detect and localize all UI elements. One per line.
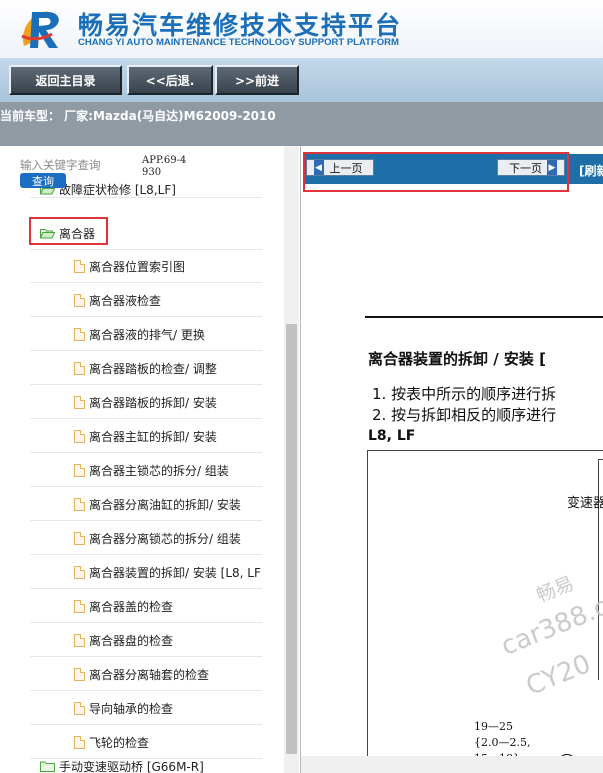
- document-viewer: ◀ 上一页 下一页 ▶ [刷新 离合器装置的拆卸 / 安装 [ 1. 按表中所示…: [301, 146, 603, 773]
- tree-item-label: 离合器盘的检查: [89, 633, 174, 648]
- tree-item-label: 离合器分离油缸的拆卸/ 安装: [89, 497, 241, 512]
- arrow-left-icon: ◀: [313, 160, 324, 175]
- tree-folder-manual-transaxle[interactable]: 手动变速驱动桥 [G66M-R]: [30, 757, 262, 773]
- document-icon: [74, 667, 85, 681]
- folder-closed-icon: [40, 761, 55, 772]
- document-icon: [74, 497, 85, 511]
- tree-item-clutch-release-core-disassembly[interactable]: 离合器分离锁芯的拆分/ 组装: [30, 522, 262, 555]
- next-page-button[interactable]: 下一页 ▶: [497, 159, 565, 176]
- arrow-right-icon: ▶: [547, 160, 557, 175]
- section-divider: [365, 316, 603, 318]
- main-nav-bar: 返回主目录 <<后退. >>前进: [0, 58, 603, 102]
- tree-item-clutch-disc-inspection[interactable]: 离合器盘的检查: [30, 624, 262, 657]
- tree-item-label: 离合器分离轴套的检查: [89, 667, 210, 682]
- tree-folder-label: 故障症状检修 [L8,LF]: [59, 183, 176, 197]
- tree-item-label: 离合器主锁芯的拆分/ 组装: [89, 463, 229, 478]
- document-icon: [74, 463, 85, 477]
- tree-item-clutch-pedal-removal[interactable]: 离合器踏板的拆卸/ 安装: [30, 386, 262, 419]
- tree-folder-clutch[interactable]: 离合器: [30, 217, 262, 250]
- tree-item-label: 导向轴承的检查: [89, 701, 174, 716]
- content-horizontal-scrollbar[interactable]: [301, 756, 603, 773]
- document-icon: [74, 327, 85, 341]
- directory-tree: 故障症状检修 [L8,LF] 离合器 离合器位置索引图 离合器液检查 离合器液的…: [0, 146, 284, 773]
- tree-item-label: 离合器主缸的拆卸/ 安装: [89, 429, 217, 444]
- torque-spec: 19—25: [474, 720, 513, 733]
- tree-item-label: 飞轮的检查: [89, 735, 150, 750]
- tree-item-label: 离合器踏板的拆卸/ 安装: [89, 395, 217, 410]
- sidebar-scrollbar[interactable]: [284, 146, 299, 773]
- tree-item-clutch-fluid-inspection[interactable]: 离合器液检查: [30, 284, 262, 317]
- document-icon: [74, 429, 85, 443]
- sidebar-scroll-thumb[interactable]: [286, 324, 297, 754]
- tree-folder-label: 手动变速驱动桥 [G66M-R]: [59, 760, 204, 773]
- changyi-logo-icon: [21, 11, 59, 48]
- search-button[interactable]: 查询: [20, 173, 66, 188]
- figure-part-label: 变速器: [567, 496, 603, 511]
- tree-item-clutch-release-bearing-inspection[interactable]: 离合器分离轴套的检查: [30, 658, 262, 691]
- sidebar: 故障症状检修 [L8,LF] 离合器 离合器位置索引图 离合器液检查 离合器液的…: [0, 146, 301, 773]
- app-version-label: APP.69-4930: [142, 155, 187, 178]
- tree-item-flywheel-inspection[interactable]: 飞轮的检查: [30, 726, 262, 759]
- back-button[interactable]: <<后退.: [127, 65, 213, 95]
- folder-open-icon: [40, 228, 55, 239]
- tree-item-clutch-master-cylinder-removal[interactable]: 离合器主缸的拆卸/ 安装: [30, 420, 262, 453]
- previous-page-button[interactable]: ◀ 上一页: [306, 159, 374, 176]
- document-title: 离合器装置的拆卸 / 安装 [: [368, 350, 547, 368]
- torque-spec: {2.0—2.5,: [474, 736, 531, 749]
- tree-item-label: 离合器位置索引图: [89, 259, 186, 274]
- procedure-step: 2. 按与拆卸相反的顺序进行: [372, 406, 557, 424]
- app-header: 畅易汽车维修技术支持平台 CHANG YI AUTO MAINTENANCE T…: [0, 0, 603, 58]
- tree-item-clutch-unit-removal[interactable]: 离合器装置的拆卸/ 安装 [L8, LF, L3]: [30, 556, 262, 589]
- page-navigation-bar: ◀ 上一页 下一页 ▶ [刷新: [303, 154, 603, 184]
- current-vehicle-label: 当前车型： 厂家:Mazda(马自达)M62009-2010: [0, 109, 276, 123]
- tree-item-label: 离合器盖的检查: [89, 599, 174, 614]
- return-home-button[interactable]: 返回主目录: [9, 65, 122, 95]
- document-icon: [74, 293, 85, 307]
- platform-subtitle: CHANG YI AUTO MAINTENANCE TECHNOLOGY SUP…: [78, 37, 399, 48]
- tree-item-clutch-location-index[interactable]: 离合器位置索引图: [30, 250, 262, 283]
- tree-item-clutch-release-cylinder-removal[interactable]: 离合器分离油缸的拆卸/ 安装: [30, 488, 262, 521]
- document-icon: [74, 565, 85, 579]
- tree-folder-label: 离合器: [59, 226, 96, 241]
- tree-item-clutch-fluid-bleeding[interactable]: 离合器液的排气/ 更换: [30, 318, 262, 351]
- document-icon: [74, 599, 85, 613]
- refresh-link[interactable]: [刷新: [579, 162, 603, 179]
- document-icon: [74, 701, 85, 715]
- tree-item-label: 离合器踏板的检查/ 调整: [89, 361, 217, 376]
- next-page-label: 下一页: [509, 161, 542, 175]
- document-icon: [74, 735, 85, 749]
- tree-item-label: 离合器分离锁芯的拆分/ 组装: [89, 531, 241, 546]
- document-icon: [74, 259, 85, 273]
- procedure-step: 1. 按表中所示的顺序进行拆: [372, 385, 557, 403]
- tree-item-clutch-master-core-disassembly[interactable]: 离合器主锁芯的拆分/ 组装: [30, 454, 262, 487]
- previous-page-label: 上一页: [329, 161, 363, 175]
- document-icon: [74, 633, 85, 647]
- tree-item-label: 离合器装置的拆卸/ 安装 [L8, LF, L3]: [89, 565, 262, 580]
- document-icon: [74, 531, 85, 545]
- tree-item-label: 离合器液检查: [89, 293, 162, 308]
- tree-item-pilot-bearing-inspection[interactable]: 导向轴承的检查: [30, 692, 262, 725]
- forward-button[interactable]: >>前进: [215, 65, 299, 95]
- tree-item-clutch-pedal-inspection[interactable]: 离合器踏板的检查/ 调整: [30, 352, 262, 385]
- tree-item-label: 离合器液的排气/ 更换: [89, 327, 205, 342]
- document-icon: [74, 395, 85, 409]
- document-icon: [74, 361, 85, 375]
- current-vehicle-bar: 当前车型： 厂家:Mazda(马自达)M62009-2010: [0, 102, 603, 146]
- engine-model-code: L8, LF: [368, 428, 416, 444]
- tree-item-clutch-cover-inspection[interactable]: 离合器盖的检查: [30, 590, 262, 623]
